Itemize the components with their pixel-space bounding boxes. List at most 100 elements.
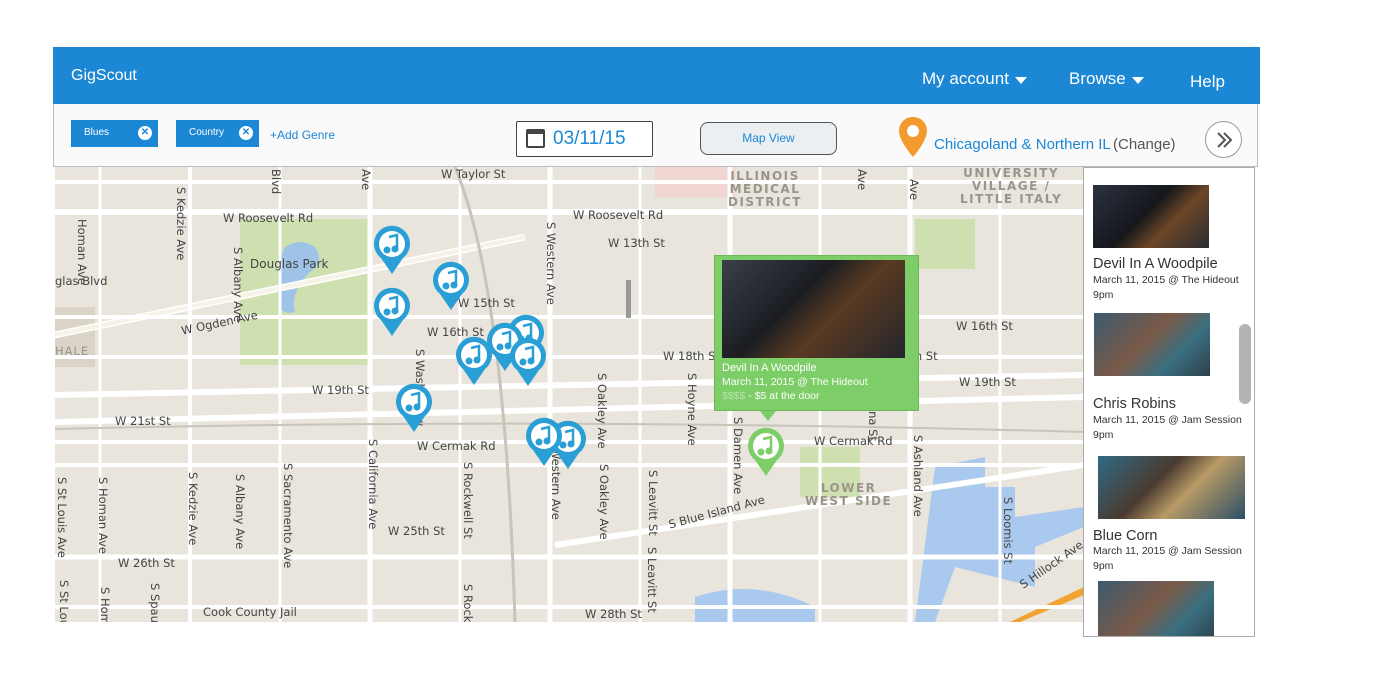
music-note-pin-icon[interactable] [395, 383, 433, 433]
street-label: S Albany Ave [231, 247, 245, 323]
help-label: Help [1190, 72, 1225, 91]
street-label: W Roosevelt Rd [223, 211, 314, 225]
forward-button[interactable] [1205, 121, 1242, 158]
brand-logo[interactable]: GigScout [71, 67, 137, 85]
gigscout-app: GigScout My account Browse Help Blues ✕ … [53, 47, 1260, 637]
event-time: 9pm [1093, 289, 1114, 301]
genre-chip-label: Country [189, 127, 225, 138]
map-background [55, 167, 1084, 622]
remove-genre-icon[interactable]: ✕ [138, 126, 152, 140]
street-label: W 19th St [959, 375, 1016, 389]
street-label: Cook County Jail [203, 605, 297, 619]
double-chevron-right-icon [1217, 132, 1233, 148]
my-account-label: My account [922, 69, 1009, 88]
scrollbar-thumb[interactable] [1239, 324, 1251, 404]
event-popup[interactable]: Devil In A Woodpile March 11, 2015 @ The… [714, 255, 919, 421]
location-pin-icon [899, 117, 927, 157]
street-label: W Roosevelt Rd [573, 208, 664, 222]
street-label: Ave [855, 169, 869, 191]
map-canvas[interactable]: W Taylor St W Roosevelt Rd W Roosevelt R… [55, 167, 1084, 622]
street-label: W 13th St [608, 236, 665, 250]
street-label: W Taylor St [441, 167, 506, 181]
popup-price: $$$$ - $5 at the door [722, 390, 820, 402]
music-note-pin-icon[interactable] [525, 417, 563, 467]
browse-label: Browse [1069, 69, 1126, 88]
price-text: - $5 at the door [748, 390, 820, 402]
event-date: March 11, 2015 @ The Hideout [1093, 274, 1239, 286]
street-label: S St Louis Ave [55, 477, 69, 558]
event-list-sidebar[interactable]: Devil In A Woodpile March 11, 2015 @ The… [1083, 167, 1255, 637]
help-link[interactable]: Help [1190, 72, 1225, 92]
street-label: S Homan Ave [96, 477, 110, 554]
date-picker[interactable]: 03/11/15 [516, 121, 653, 157]
event-title[interactable]: Devil In A Woodpile [1093, 256, 1218, 272]
browse-menu[interactable]: Browse [1069, 69, 1144, 89]
street-label: Blvd [269, 169, 283, 195]
event-time: 9pm [1093, 429, 1114, 441]
music-note-pin-icon[interactable] [509, 337, 547, 387]
music-note-pin-icon[interactable] [373, 287, 411, 337]
area-label: UNIVERSITY VILLAGE / LITTLE ITALY [960, 167, 1063, 206]
date-value: 03/11/15 [553, 128, 626, 149]
genre-chip-blues: Blues ✕ [71, 120, 158, 147]
music-note-pin-icon[interactable] [432, 261, 470, 311]
street-label: S Ashland Ave [911, 435, 925, 517]
genre-chip-country: Country ✕ [176, 120, 259, 147]
street-label: S Rockw [461, 584, 475, 622]
my-account-menu[interactable]: My account [922, 69, 1027, 89]
music-note-pin-icon[interactable] [747, 427, 785, 477]
street-label: W 25th St [388, 524, 445, 538]
street-label: S Sacramento Ave [281, 463, 295, 569]
location-name[interactable]: Chicagoland & Northern IL [934, 136, 1111, 153]
street-label: S Albany Ave [233, 474, 247, 550]
top-navigation-bar: GigScout My account Browse Help [53, 47, 1260, 104]
chevron-down-icon [1014, 76, 1027, 84]
popup-arrow [760, 411, 776, 421]
street-label: S California Ave [366, 439, 380, 530]
street-label: W 28th St [585, 607, 642, 621]
event-time: 9pm [1093, 560, 1114, 572]
add-genre-link[interactable]: +Add Genre [270, 128, 335, 142]
street-label: S Leavitt St [645, 547, 659, 613]
genre-chip-label: Blues [84, 127, 110, 138]
street-label: W 19th St [312, 383, 369, 397]
street-label: S Loomis St [1001, 497, 1015, 565]
street-label: Ave [907, 179, 921, 201]
music-note-pin-icon[interactable] [455, 336, 493, 386]
event-title[interactable]: Blue Corn [1093, 528, 1157, 544]
remove-genre-icon[interactable]: ✕ [239, 126, 253, 140]
filter-bar: Blues ✕ Country ✕ +Add Genre 03/11/15 Ma… [53, 104, 1258, 167]
park-label: Douglas Park [250, 257, 329, 271]
street-label: S Western Ave [544, 222, 558, 305]
area-label: ILLINOIS MEDICAL DISTRICT [728, 169, 802, 209]
price-level: $$$$ [722, 390, 746, 402]
change-location-link[interactable]: (Change) [1113, 136, 1176, 153]
event-photo[interactable] [1094, 313, 1210, 376]
calendar-icon [526, 129, 545, 148]
street-label: W 21st St [115, 414, 171, 428]
street-label: S Rockwell St [461, 462, 475, 539]
street-label: S Spaul [148, 583, 162, 622]
street-label: S St Louis Ave [57, 580, 71, 622]
street-label: S Hoyne Ave [685, 373, 699, 446]
event-title[interactable]: Chris Robins [1093, 396, 1176, 412]
chevron-down-icon [1131, 76, 1144, 84]
street-label: W Cermak Rd [814, 434, 893, 448]
map-view-button[interactable]: Map View [700, 122, 837, 155]
popup-date: March 11, 2015 @ The Hideout [722, 376, 868, 388]
event-photo[interactable] [1098, 456, 1245, 519]
event-photo [722, 260, 905, 358]
street-label: S Kedzie Ave [174, 187, 188, 261]
area-label: LOWER WEST SIDE [805, 481, 893, 508]
street-label: W 26th St [118, 556, 175, 570]
event-photo[interactable] [1098, 581, 1214, 636]
street-label: S Oakley Ave [595, 373, 609, 449]
street-label: S Damen Ave [731, 417, 745, 495]
event-photo[interactable] [1093, 185, 1209, 248]
popup-title: Devil In A Woodpile [722, 362, 817, 374]
music-note-pin-icon[interactable] [373, 225, 411, 275]
street-label: S Oakley Ave [597, 464, 611, 540]
street-label: Ave [359, 169, 373, 191]
event-date: March 11, 2015 @ Jam Session [1093, 414, 1242, 426]
street-label: S Leavitt St [646, 470, 660, 536]
